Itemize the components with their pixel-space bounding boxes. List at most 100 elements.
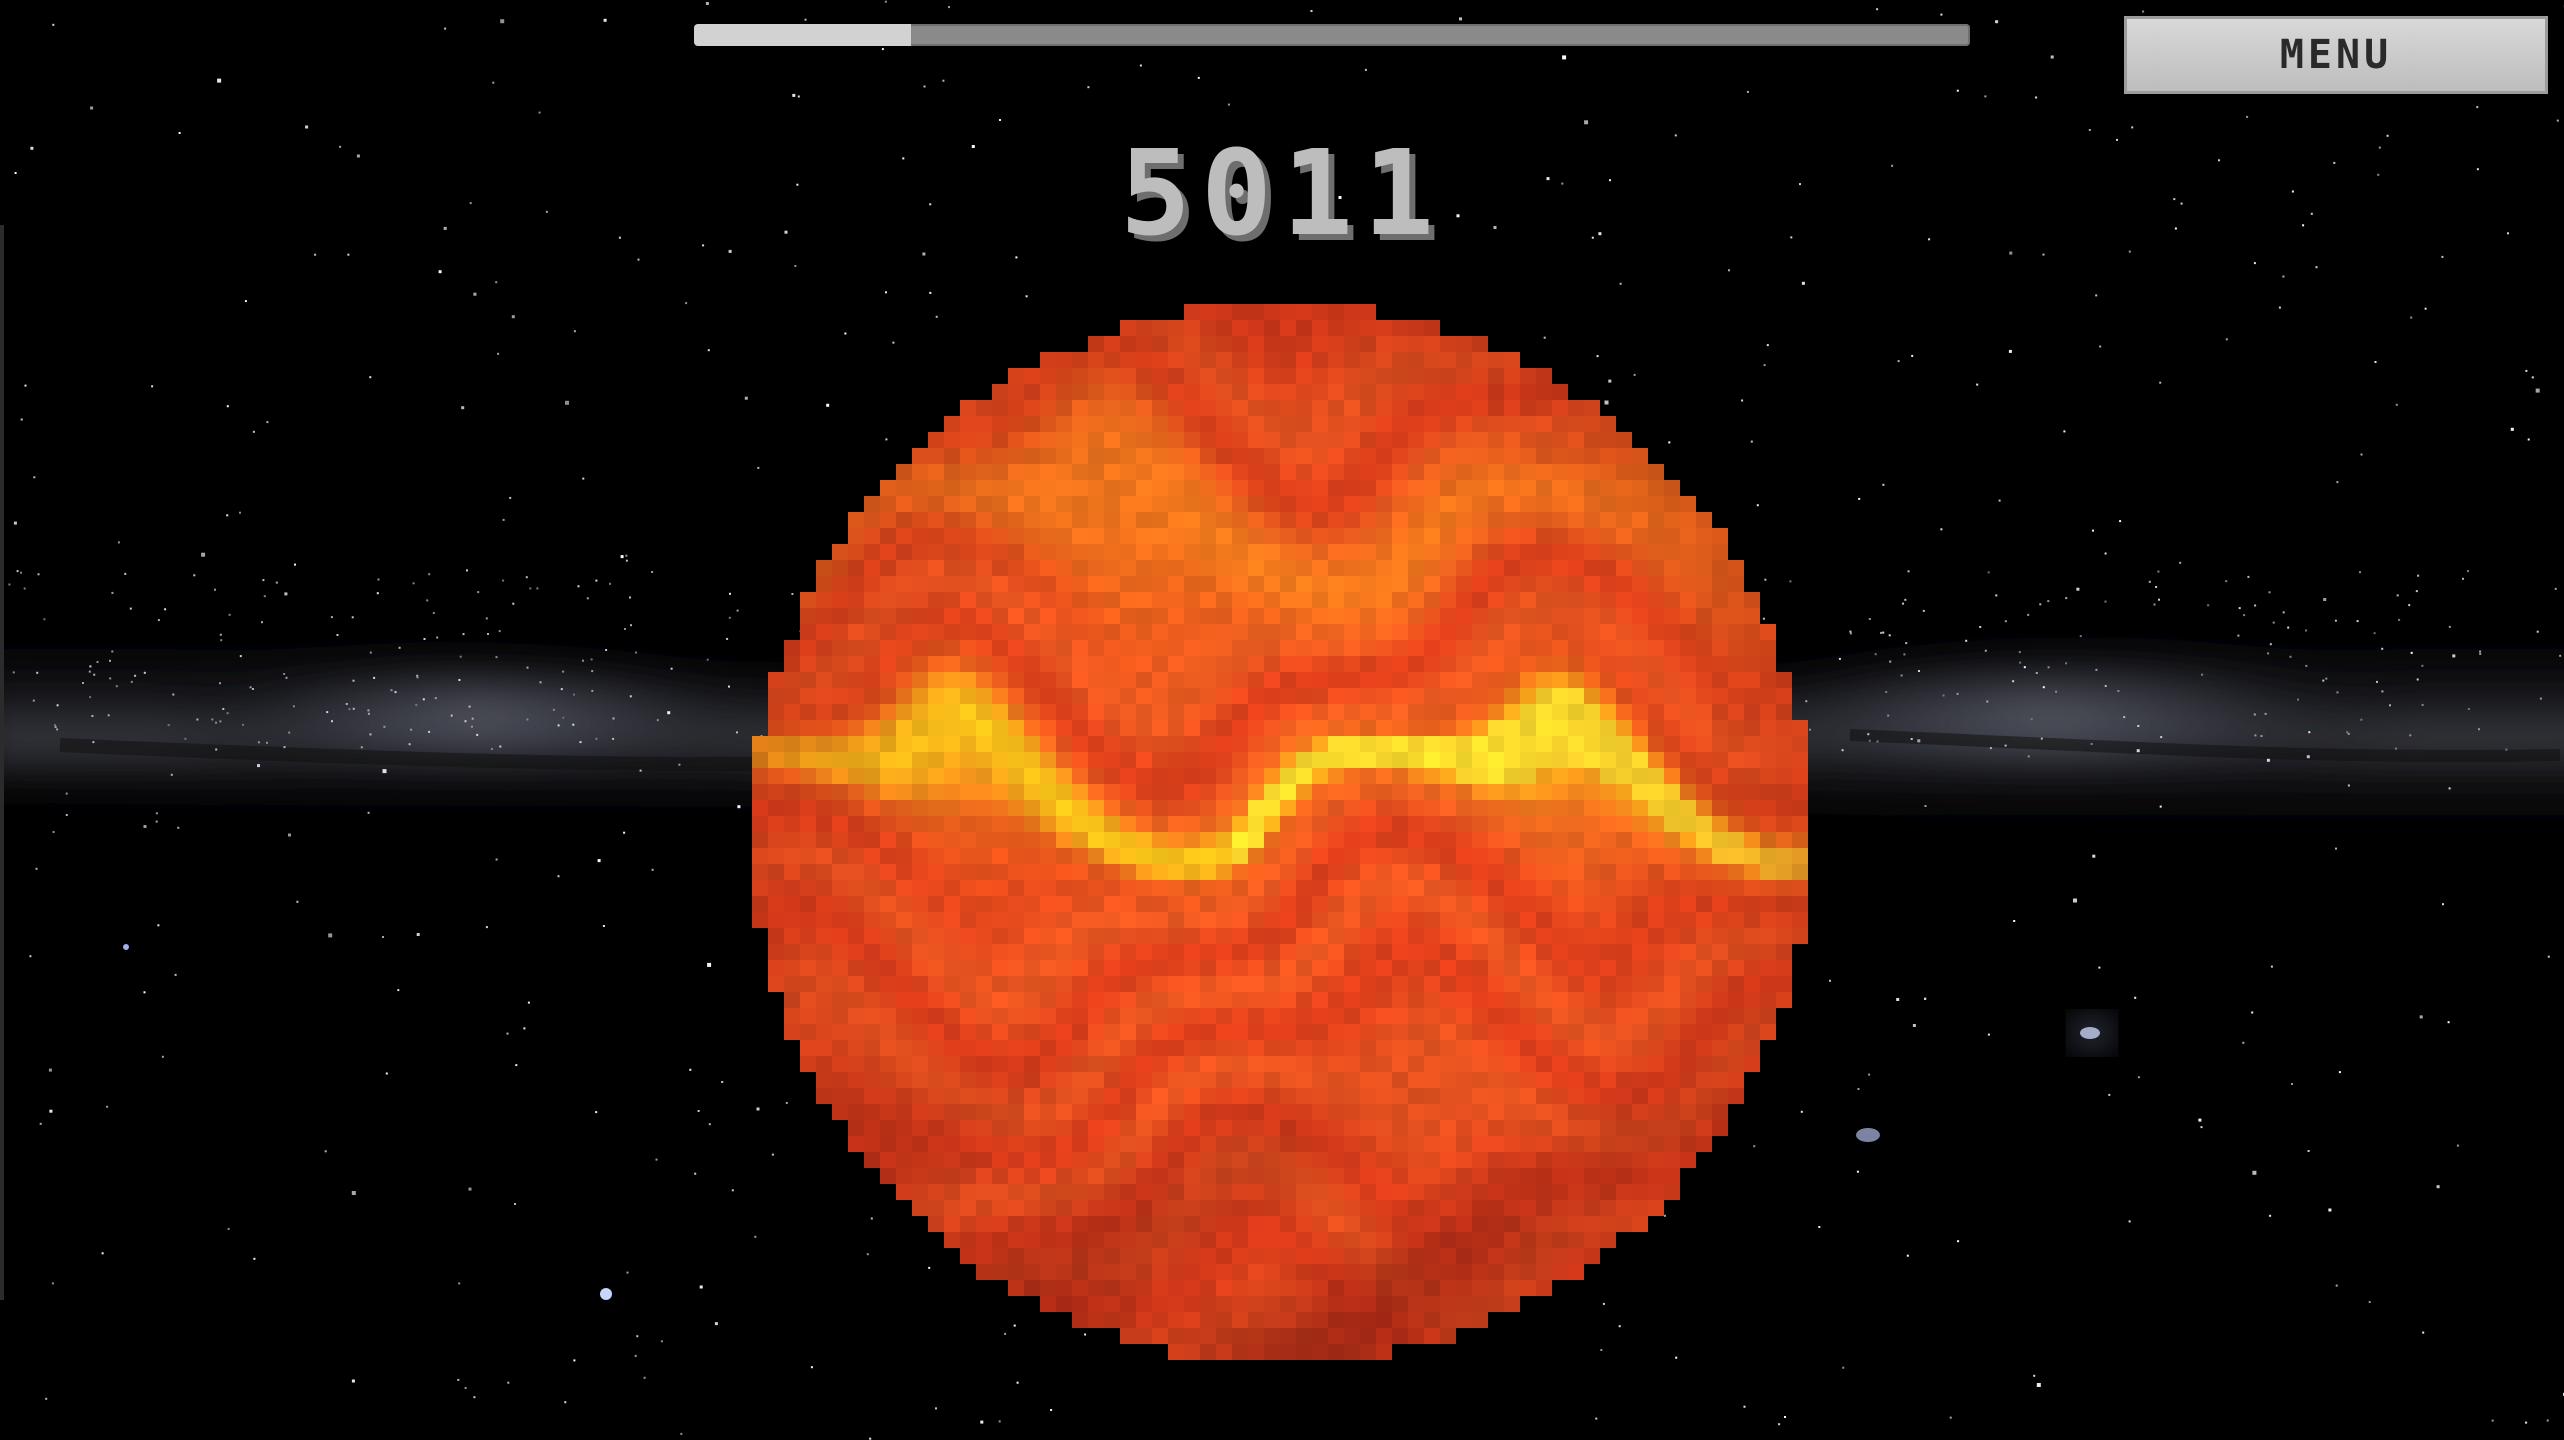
planet-pixel <box>1040 1152 1056 1168</box>
planet-pixel <box>1232 912 1248 928</box>
planet-pixel <box>1088 816 1104 832</box>
planet-pixel <box>1216 1264 1232 1280</box>
planet-pixel <box>1552 1168 1568 1184</box>
planet-pixel <box>1104 848 1120 864</box>
planet-pixel <box>1440 432 1456 448</box>
star <box>935 1407 937 1410</box>
planet-pixel <box>1616 512 1632 528</box>
game-scene[interactable]: MENU 5011 <box>0 0 2564 1440</box>
planet-pixel <box>1024 1040 1040 1056</box>
planet-pixel <box>1520 560 1536 576</box>
planet-pixel <box>1472 400 1488 416</box>
star <box>512 602 515 605</box>
planet-pixel <box>1440 592 1456 608</box>
star <box>538 111 541 114</box>
planet-pixel <box>1104 656 1120 672</box>
planet-pixel <box>1232 720 1248 736</box>
planet-pixel <box>1600 416 1616 432</box>
planet-pixel <box>912 576 928 592</box>
planet-pixel <box>1088 528 1104 544</box>
planet-pixel <box>1184 608 1200 624</box>
planet-pixel <box>1696 672 1712 688</box>
planet-pixel <box>1744 784 1760 800</box>
menu-button[interactable]: MENU <box>2124 16 2548 94</box>
planet-pixel <box>1264 1296 1280 1312</box>
planet-pixel <box>864 496 880 512</box>
planet-pixel <box>1072 384 1088 400</box>
star <box>2047 666 2050 669</box>
star <box>565 400 569 405</box>
planet-pixel <box>880 992 896 1008</box>
planet-pixel <box>816 624 832 640</box>
planet-pixel <box>1008 576 1024 592</box>
planet-pixel <box>1472 704 1488 720</box>
star <box>2013 920 2016 922</box>
planet-pixel <box>1520 880 1536 896</box>
planet-pixel <box>1408 576 1424 592</box>
planet-pixel <box>1376 880 1392 896</box>
planet-pixel <box>1728 704 1744 720</box>
planet-pixel <box>1200 1152 1216 1168</box>
planet-pixel <box>816 816 832 832</box>
lava-planet[interactable] <box>752 304 1808 1360</box>
planet-pixel <box>1616 896 1632 912</box>
planet-pixel <box>960 752 976 768</box>
planet-pixel <box>816 720 832 736</box>
planet-pixel <box>1088 1232 1104 1248</box>
planet-pixel <box>912 736 928 752</box>
planet-pixel <box>1056 448 1072 464</box>
star <box>625 554 628 557</box>
star <box>89 696 92 699</box>
planet-pixel <box>1088 992 1104 1008</box>
planet-pixel <box>1440 448 1456 464</box>
planet-pixel <box>1216 304 1232 320</box>
planet-pixel <box>1408 768 1424 784</box>
planet-pixel <box>784 832 800 848</box>
planet-pixel <box>1392 320 1408 336</box>
planet-pixel <box>848 880 864 896</box>
planet-pixel <box>1456 688 1472 704</box>
planet-pixel <box>1504 704 1520 720</box>
planet-pixel <box>1376 592 1392 608</box>
planet-pixel <box>1344 592 1360 608</box>
planet-pixel <box>1376 704 1392 720</box>
planet-pixel <box>1040 880 1056 896</box>
planet-pixel <box>1472 1104 1488 1120</box>
planet-pixel <box>1584 848 1600 864</box>
planet-pixel <box>1152 976 1168 992</box>
planet-pixel <box>1360 1200 1376 1216</box>
planet-pixel <box>1360 448 1376 464</box>
planet-pixel <box>1504 752 1520 768</box>
planet-pixel <box>1360 800 1376 816</box>
star <box>929 291 932 294</box>
planet-pixel <box>816 592 832 608</box>
planet-pixel <box>1040 640 1056 656</box>
planet-pixel <box>1440 672 1456 688</box>
star <box>244 300 247 303</box>
planet-pixel <box>1072 1232 1088 1248</box>
planet-pixel <box>1616 672 1632 688</box>
planet-pixel <box>880 1088 896 1104</box>
star <box>490 748 493 750</box>
planet-pixel <box>1104 1120 1120 1136</box>
star <box>2360 718 2363 721</box>
star <box>557 724 560 727</box>
planet-pixel <box>1120 688 1136 704</box>
planet-pixel <box>960 928 976 944</box>
star <box>20 571 22 574</box>
planet-pixel <box>1664 976 1680 992</box>
planet-pixel <box>1504 992 1520 1008</box>
star <box>526 666 529 669</box>
planet-pixel <box>1424 336 1440 352</box>
planet-pixel <box>1568 960 1584 976</box>
planet-pixel <box>1280 1328 1296 1344</box>
planet-pixel <box>1360 544 1376 560</box>
planet-pixel <box>992 784 1008 800</box>
planet-pixel <box>1632 992 1648 1008</box>
planet-pixel <box>1408 320 1424 336</box>
star <box>107 714 110 717</box>
planet-pixel <box>1072 864 1088 880</box>
planet-pixel <box>1328 928 1344 944</box>
planet-pixel <box>976 560 992 576</box>
planet-pixel <box>1216 416 1232 432</box>
